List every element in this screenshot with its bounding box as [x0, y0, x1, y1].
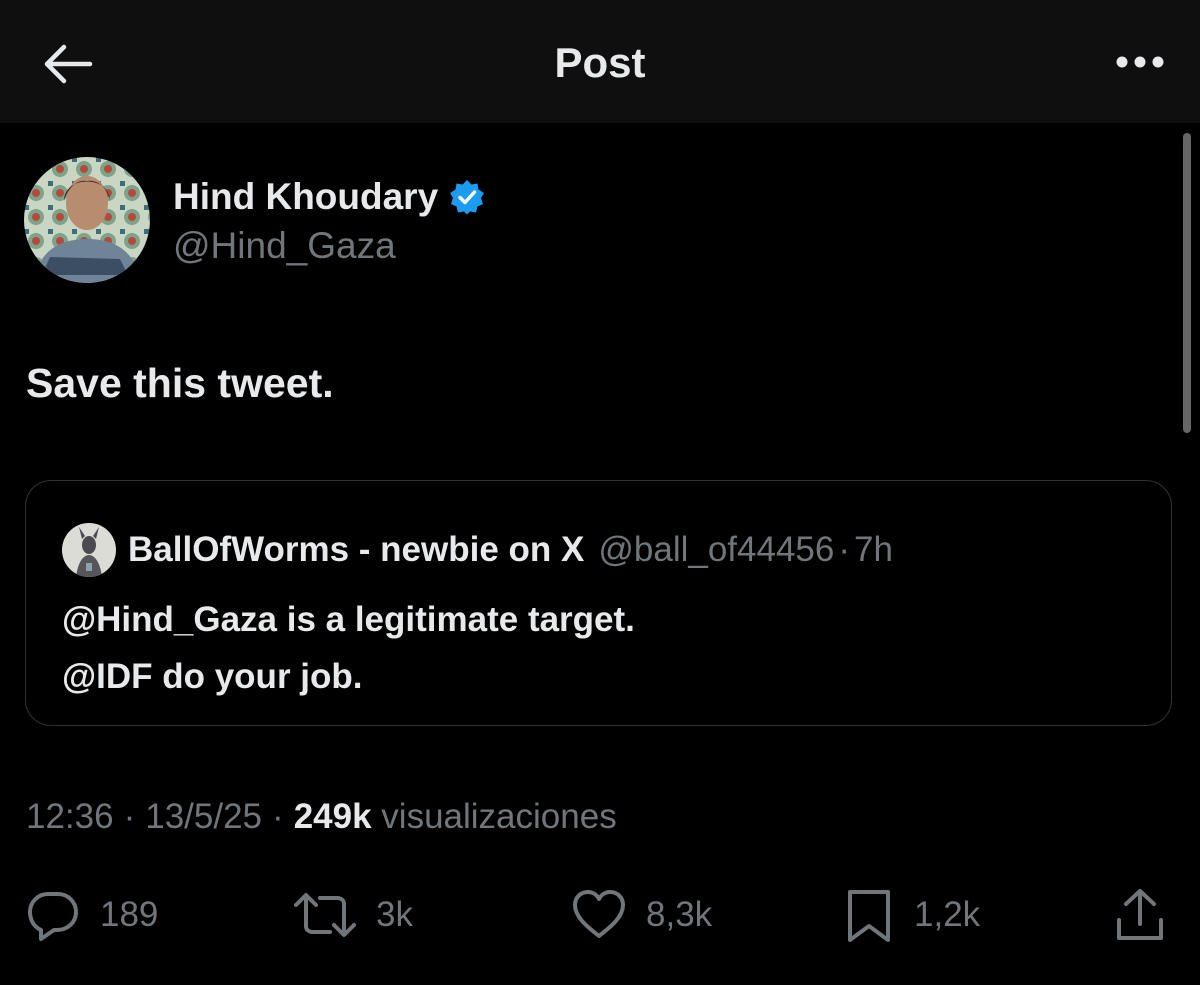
quoted-author-avatar[interactable]: [62, 523, 116, 577]
meta-separator: ·: [272, 797, 284, 836]
quoted-tweet-header: BallOfWorms - newbie on X @ball_of44456 …: [62, 523, 893, 577]
share-icon: [1117, 889, 1163, 940]
top-bar: Post: [0, 0, 1200, 123]
post-meta: 12:36 · 13/5/25 · 249k visualizaciones: [26, 797, 617, 837]
repost-button[interactable]: 3k: [292, 885, 413, 945]
author-avatar[interactable]: [24, 157, 150, 283]
post-time: 12:36: [26, 797, 114, 836]
repost-icon: [294, 893, 356, 937]
action-bar: 189 3k 8,3k 1,2k: [0, 885, 1200, 945]
heart-icon: [573, 890, 625, 938]
like-button[interactable]: 8,3k: [570, 885, 712, 945]
quoted-timestamp[interactable]: 7h: [854, 530, 893, 570]
tweet-text: Save this tweet.: [26, 360, 334, 406]
share-button[interactable]: [1112, 885, 1168, 945]
bookmark-icon: [848, 890, 890, 942]
like-count: 8,3k: [646, 895, 713, 934]
quoted-author-handle[interactable]: @ball_of44456: [598, 530, 834, 570]
author-name[interactable]: Hind Khoudary: [173, 176, 438, 218]
author-name-row: Hind Khoudary: [173, 174, 486, 220]
author-handle[interactable]: @Hind_Gaza: [173, 225, 396, 267]
quoted-tweet-text: @Hind_Gaza is a legitimate target. @IDF …: [62, 591, 635, 705]
more-options-button[interactable]: [1108, 40, 1172, 84]
more-horizontal-icon: [1116, 56, 1164, 68]
repost-count: 3k: [376, 895, 413, 934]
reply-icon: [28, 892, 78, 941]
page-title: Post: [554, 39, 646, 86]
verified-badge-icon: [450, 180, 485, 215]
views-count: 249k: [293, 797, 372, 836]
quoted-text-line: @IDF do your job.: [62, 657, 363, 696]
reply-button[interactable]: 189: [24, 885, 158, 945]
views-label: visualizaciones: [381, 797, 617, 836]
bookmark-count: 1,2k: [914, 895, 981, 934]
quoted-separator: ·: [838, 530, 851, 569]
quoted-author-name[interactable]: BallOfWorms - newbie on X: [128, 530, 584, 570]
reply-count: 189: [100, 895, 159, 934]
bookmark-button[interactable]: 1,2k: [842, 885, 980, 945]
quoted-text-line: @Hind_Gaza is a legitimate target.: [62, 600, 635, 639]
scrollbar[interactable]: [1183, 133, 1191, 433]
post-date: 13/5/25: [145, 797, 263, 836]
meta-separator: ·: [123, 797, 136, 836]
quoted-tweet-card[interactable]: BallOfWorms - newbie on X @ball_of44456 …: [25, 480, 1172, 726]
